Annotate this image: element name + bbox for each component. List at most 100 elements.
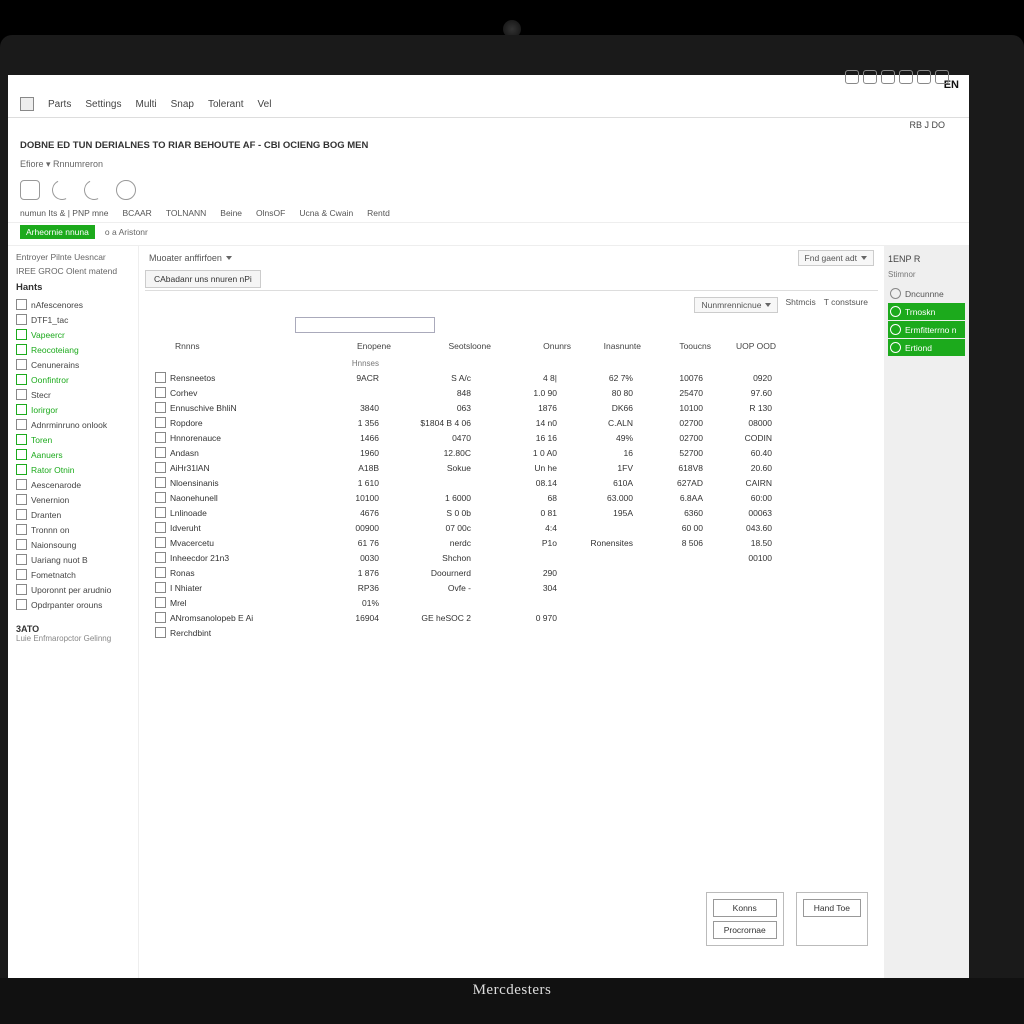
action-button[interactable]: Konns	[713, 899, 777, 917]
table-row[interactable]: Ropdore1 356$1804 B 4 0614 n0C.ALN027000…	[151, 415, 872, 430]
row-name: Ropdore	[170, 418, 203, 428]
table-row[interactable]: Corhev8481.0 9080 802547097.60	[151, 385, 872, 400]
toolbar-icon[interactable]	[899, 70, 913, 84]
table-row[interactable]: Ennuschive BhliN38400631876DK6610100R 13…	[151, 400, 872, 415]
cell: 0470	[391, 433, 491, 443]
table-row[interactable]: Mvacercetu61 76nerdcP1oRonensites8 50618…	[151, 535, 872, 550]
sidebar-item[interactable]: Rator Otnin	[16, 462, 134, 477]
sidebar-item[interactable]: Aanuers	[16, 447, 134, 462]
secondary-tabs: numun Its & | PNP mne BCAAR TOLNANN Bein…	[8, 206, 969, 223]
sidebar-item[interactable]: Opdrpanter orouns	[16, 597, 134, 612]
right-panel-item[interactable]: Trnoskn	[888, 303, 965, 320]
table-row[interactable]: ANromsanolopeb E Ai16904GE heSOC 20 970	[151, 610, 872, 625]
cell: 6360	[641, 508, 711, 518]
sidebar-item-icon	[16, 419, 27, 430]
table-row[interactable]: Andasn196012.80C1 0 A0165270060.40	[151, 445, 872, 460]
table-row[interactable]: Rensneetos9ACRS A/c4 8|62 7%100760920	[151, 370, 872, 385]
sidebar-item[interactable]: Cenunerains	[16, 357, 134, 372]
right-panel-item[interactable]: Ermfitterrno n	[888, 321, 965, 338]
tab[interactable]: BCAAR	[123, 208, 152, 218]
category-button[interactable]: CAbadanr uns nnuren nPi	[145, 270, 261, 288]
menu-item[interactable]: Settings	[85, 99, 121, 110]
refresh-icon[interactable]	[49, 177, 75, 203]
row-icon	[155, 522, 166, 533]
tab[interactable]: OlnsOF	[256, 208, 285, 218]
chevron-down-icon[interactable]	[226, 256, 232, 260]
sidebar-item[interactable]: Dranten	[16, 507, 134, 522]
sidebar-item-label: Rator Otnin	[31, 465, 74, 475]
cell: 0 970	[491, 613, 571, 623]
tab[interactable]: Ucna & Cwain	[299, 208, 353, 218]
right-panel-item[interactable]: Ertiond	[888, 339, 965, 356]
status-pill: RB J DO	[909, 120, 945, 130]
sidebar-item[interactable]: Fometnatch	[16, 567, 134, 582]
sidebar-item-label: Fometnatch	[31, 570, 76, 580]
sidebar-item[interactable]: Venernion	[16, 492, 134, 507]
sidebar-item[interactable]: Vapeercr	[16, 327, 134, 342]
cell: 043.60	[711, 523, 776, 533]
table-row[interactable]: Inheecdor 21n30030Shchon00100	[151, 550, 872, 565]
table-row[interactable]: Naonehunell101001 60006863.0006.8AA60:00	[151, 490, 872, 505]
undo-icon[interactable]	[81, 177, 107, 203]
breadcrumb-sub[interactable]: Efiore ▾ Rnnumreron	[8, 157, 969, 174]
menu-item[interactable]: Multi	[135, 99, 156, 110]
tool-icon[interactable]	[20, 180, 40, 200]
sidebar-item-label: Uariang nuot B	[31, 555, 88, 565]
action-button[interactable]: Procrornae	[713, 921, 777, 939]
cell: 0030	[311, 553, 391, 563]
toolbar-icon[interactable]	[881, 70, 895, 84]
tab[interactable]: TOLNANN	[166, 208, 206, 218]
menu-item[interactable]: Parts	[48, 99, 71, 110]
sidebar-item-icon	[16, 509, 27, 520]
table-row[interactable]: Mrel01%	[151, 595, 872, 610]
table-row[interactable]: Idveruht0090007 00c4:460 00043.60	[151, 520, 872, 535]
sidebar-item[interactable]: Stecr	[16, 387, 134, 402]
sidebar-item[interactable]: Reocoteiang	[16, 342, 134, 357]
tab[interactable]: numun Its & | PNP mne	[20, 208, 109, 218]
table-row[interactable]: Nloensinanis1 61008.14610A627ADCAIRN	[151, 475, 872, 490]
sidebar-item[interactable]: DTF1_tac	[16, 312, 134, 327]
row-name: Lnlinoade	[170, 508, 207, 518]
sidebar-item[interactable]: Uariang nuot B	[16, 552, 134, 567]
table-row[interactable]: Lnlinoade4676S 0 0b0 81195A636000063	[151, 505, 872, 520]
sidebar-item[interactable]: Naionsoung	[16, 537, 134, 552]
menu-item[interactable]: Snap	[171, 99, 194, 110]
sidebar-item[interactable]: nAfescenores	[16, 297, 134, 312]
cell: S A/c	[391, 373, 491, 383]
action-button[interactable]: Hand Toe	[803, 899, 861, 917]
menu-item[interactable]: Vel	[258, 99, 272, 110]
add-button[interactable]: Fnd gaent adt	[798, 250, 874, 266]
sidebar-item[interactable]: Toren	[16, 432, 134, 447]
cell: C.ALN	[571, 418, 641, 428]
toolbar-icon[interactable]	[935, 70, 949, 84]
tab[interactable]: Beine	[220, 208, 242, 218]
cell: 63.000	[571, 493, 641, 503]
sidebar-item[interactable]: Adnrminruno onlook	[16, 417, 134, 432]
table-row[interactable]: AiHr31lANA18BSokueUn he1FV618V820.60	[151, 460, 872, 475]
sidebar-item-label: Venernion	[31, 495, 69, 505]
table-row[interactable]: Hnnorenauce1466047016 1649%02700CODIN	[151, 430, 872, 445]
sidebar-item[interactable]: Aescenarode	[16, 477, 134, 492]
sidebar-item[interactable]: Oonfintror	[16, 372, 134, 387]
toolbar-icon[interactable]	[917, 70, 931, 84]
table-row[interactable]: Ronas1 876Doournerd290	[151, 565, 872, 580]
toolbar-icon[interactable]	[845, 70, 859, 84]
sidebar-item[interactable]: Tronnn on	[16, 522, 134, 537]
tab[interactable]: Rentd	[367, 208, 390, 218]
toolbar-icon[interactable]	[863, 70, 877, 84]
menu-item[interactable]: Tolerant	[208, 99, 244, 110]
cell: CODIN	[711, 433, 776, 443]
cell: 49%	[571, 433, 641, 443]
right-panel-item[interactable]: Dncunnne	[888, 285, 965, 302]
right-panel-header: 1ENP R	[888, 254, 965, 264]
sidebar-item-icon	[16, 554, 27, 565]
filter-pill[interactable]: Nunmrennicnue	[694, 297, 777, 313]
table-row[interactable]: Rerchdbint	[151, 625, 872, 640]
search-input[interactable]	[295, 317, 435, 333]
table-row[interactable]: I NhiaterRP36Ovfe -304	[151, 580, 872, 595]
phone-icon[interactable]	[116, 180, 136, 200]
cell: 52700	[641, 448, 711, 458]
sidebar-item[interactable]: Uporonnt per arudnio	[16, 582, 134, 597]
sidebar-item-icon	[16, 329, 27, 340]
sidebar-item[interactable]: Iorirgor	[16, 402, 134, 417]
